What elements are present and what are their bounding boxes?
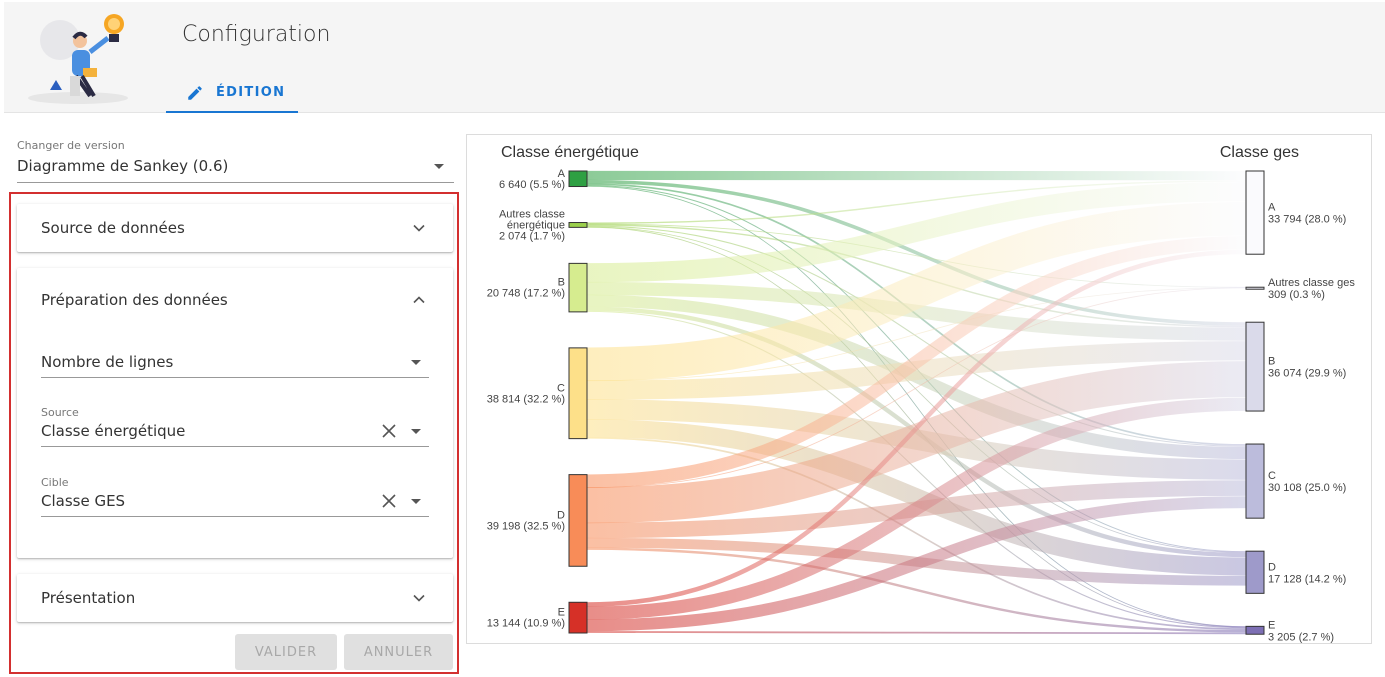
sankey-source-value: 2 074 (1.7 %) (499, 230, 565, 242)
validate-button[interactable]: VALIDER (235, 634, 337, 670)
rows-select-value: Nombre de lignes (41, 353, 174, 371)
source-field[interactable]: Source Classe énergétique (41, 406, 429, 447)
sankey-source-value: 6 640 (5.5 %) (499, 179, 565, 191)
clear-icon[interactable] (381, 423, 397, 439)
source-select[interactable]: Classe énergétique (41, 419, 429, 447)
target-label: Cible (41, 476, 69, 489)
section-title: Présentation (41, 589, 136, 607)
sankey-target-value: 17 128 (14.2 %) (1268, 573, 1346, 585)
sankey-target-node[interactable] (1245, 321, 1265, 412)
section-presentation[interactable]: Présentation (17, 574, 453, 622)
sankey-source-value: 20 748 (17.2 %) (487, 288, 565, 300)
chevron-down-icon (411, 429, 421, 434)
chart-right-title: Classe ges (1220, 144, 1299, 161)
chevron-down-icon (413, 594, 425, 602)
sankey-target-label: A (1268, 202, 1276, 214)
sankey-target-label: B (1268, 356, 1275, 368)
page-title: Configuration (182, 22, 331, 47)
chevron-down-icon (413, 224, 425, 232)
section-header[interactable]: Source de données (17, 204, 453, 252)
version-select-value: Diagramme de Sankey (0.6) (17, 157, 229, 175)
source-label: Source (41, 406, 79, 419)
target-select-value: Classe GES (41, 492, 126, 510)
chevron-up-icon (413, 296, 425, 304)
cancel-button[interactable]: ANNULER (344, 634, 453, 670)
sankey-source-node[interactable] (568, 347, 588, 440)
sankey-target-value: 309 (0.3 %) (1268, 289, 1325, 301)
chart-left-title: Classe énergétique (501, 144, 639, 161)
tab-edition[interactable]: ÉDITION (166, 74, 298, 113)
chevron-down-icon (411, 360, 421, 365)
sankey-target-node[interactable] (1245, 625, 1265, 635)
section-title: Préparation des données (41, 291, 228, 309)
sankey-source-node[interactable] (568, 474, 588, 567)
sankey-source-node[interactable] (568, 262, 588, 313)
clear-icon[interactable] (381, 493, 397, 509)
version-select[interactable]: Diagramme de Sankey (0.6) (17, 154, 454, 183)
target-field[interactable]: Cible Classe GES (41, 476, 429, 517)
sankey-source-node[interactable] (568, 601, 588, 634)
sankey-target-value: 33 794 (28.0 %) (1268, 214, 1346, 226)
tab-edition-label: ÉDITION (216, 85, 286, 100)
sankey-target-value: 3 205 (2.7 %) (1268, 631, 1334, 643)
sankey-chart-panel: Classe énergétique Classe ges A 6 640 (5.5 … (466, 134, 1372, 644)
sankey-target-label: C (1268, 470, 1276, 482)
section-source-donnees[interactable]: Source de données (17, 204, 453, 252)
sankey-target-value: 30 108 (25.0 %) (1268, 482, 1346, 494)
target-select[interactable]: Classe GES (41, 489, 429, 517)
section-preparation-donnees: Préparation des données Nombre de lignes… (17, 268, 453, 558)
sankey-target-node[interactable] (1245, 286, 1265, 290)
illustration-person-lightbulb-icon (28, 14, 128, 104)
source-select-value: Classe énergétique (41, 422, 186, 440)
sankey-target-label: Autres classe ges (1268, 277, 1355, 289)
sankey-source-value: 13 144 (10.9 %) (487, 618, 565, 630)
rows-field[interactable]: Nombre de lignes (41, 350, 429, 378)
version-label: Changer de version (17, 139, 125, 152)
sankey-target-label: D (1268, 561, 1276, 573)
sankey-source-value: 38 814 (32.2 %) (487, 393, 565, 405)
sankey-source-node[interactable] (568, 170, 588, 188)
section-header[interactable]: Présentation (17, 574, 453, 622)
header-bar: Configuration ÉDITION (4, 2, 1385, 113)
sankey-target-node[interactable] (1245, 443, 1265, 519)
sankey-target-node[interactable] (1245, 170, 1265, 255)
sankey-target-label: E (1268, 619, 1275, 631)
sankey-chart: Classe énergétique Classe ges A 6 640 (5.5 … (487, 144, 1356, 643)
sankey-target-value: 36 074 (29.9 %) (1268, 368, 1346, 380)
sankey-link (586, 631, 1247, 635)
pencil-icon (188, 85, 202, 100)
chevron-down-icon (411, 499, 421, 504)
section-title: Source de données (41, 219, 185, 237)
chevron-down-icon (434, 164, 444, 169)
sankey-source-value: 39 198 (32.5 %) (487, 520, 565, 532)
rows-select[interactable]: Nombre de lignes (41, 350, 429, 378)
sankey-source-node[interactable] (568, 222, 588, 228)
sankey-target-node[interactable] (1245, 550, 1265, 594)
section-header[interactable]: Préparation des données (17, 268, 453, 332)
